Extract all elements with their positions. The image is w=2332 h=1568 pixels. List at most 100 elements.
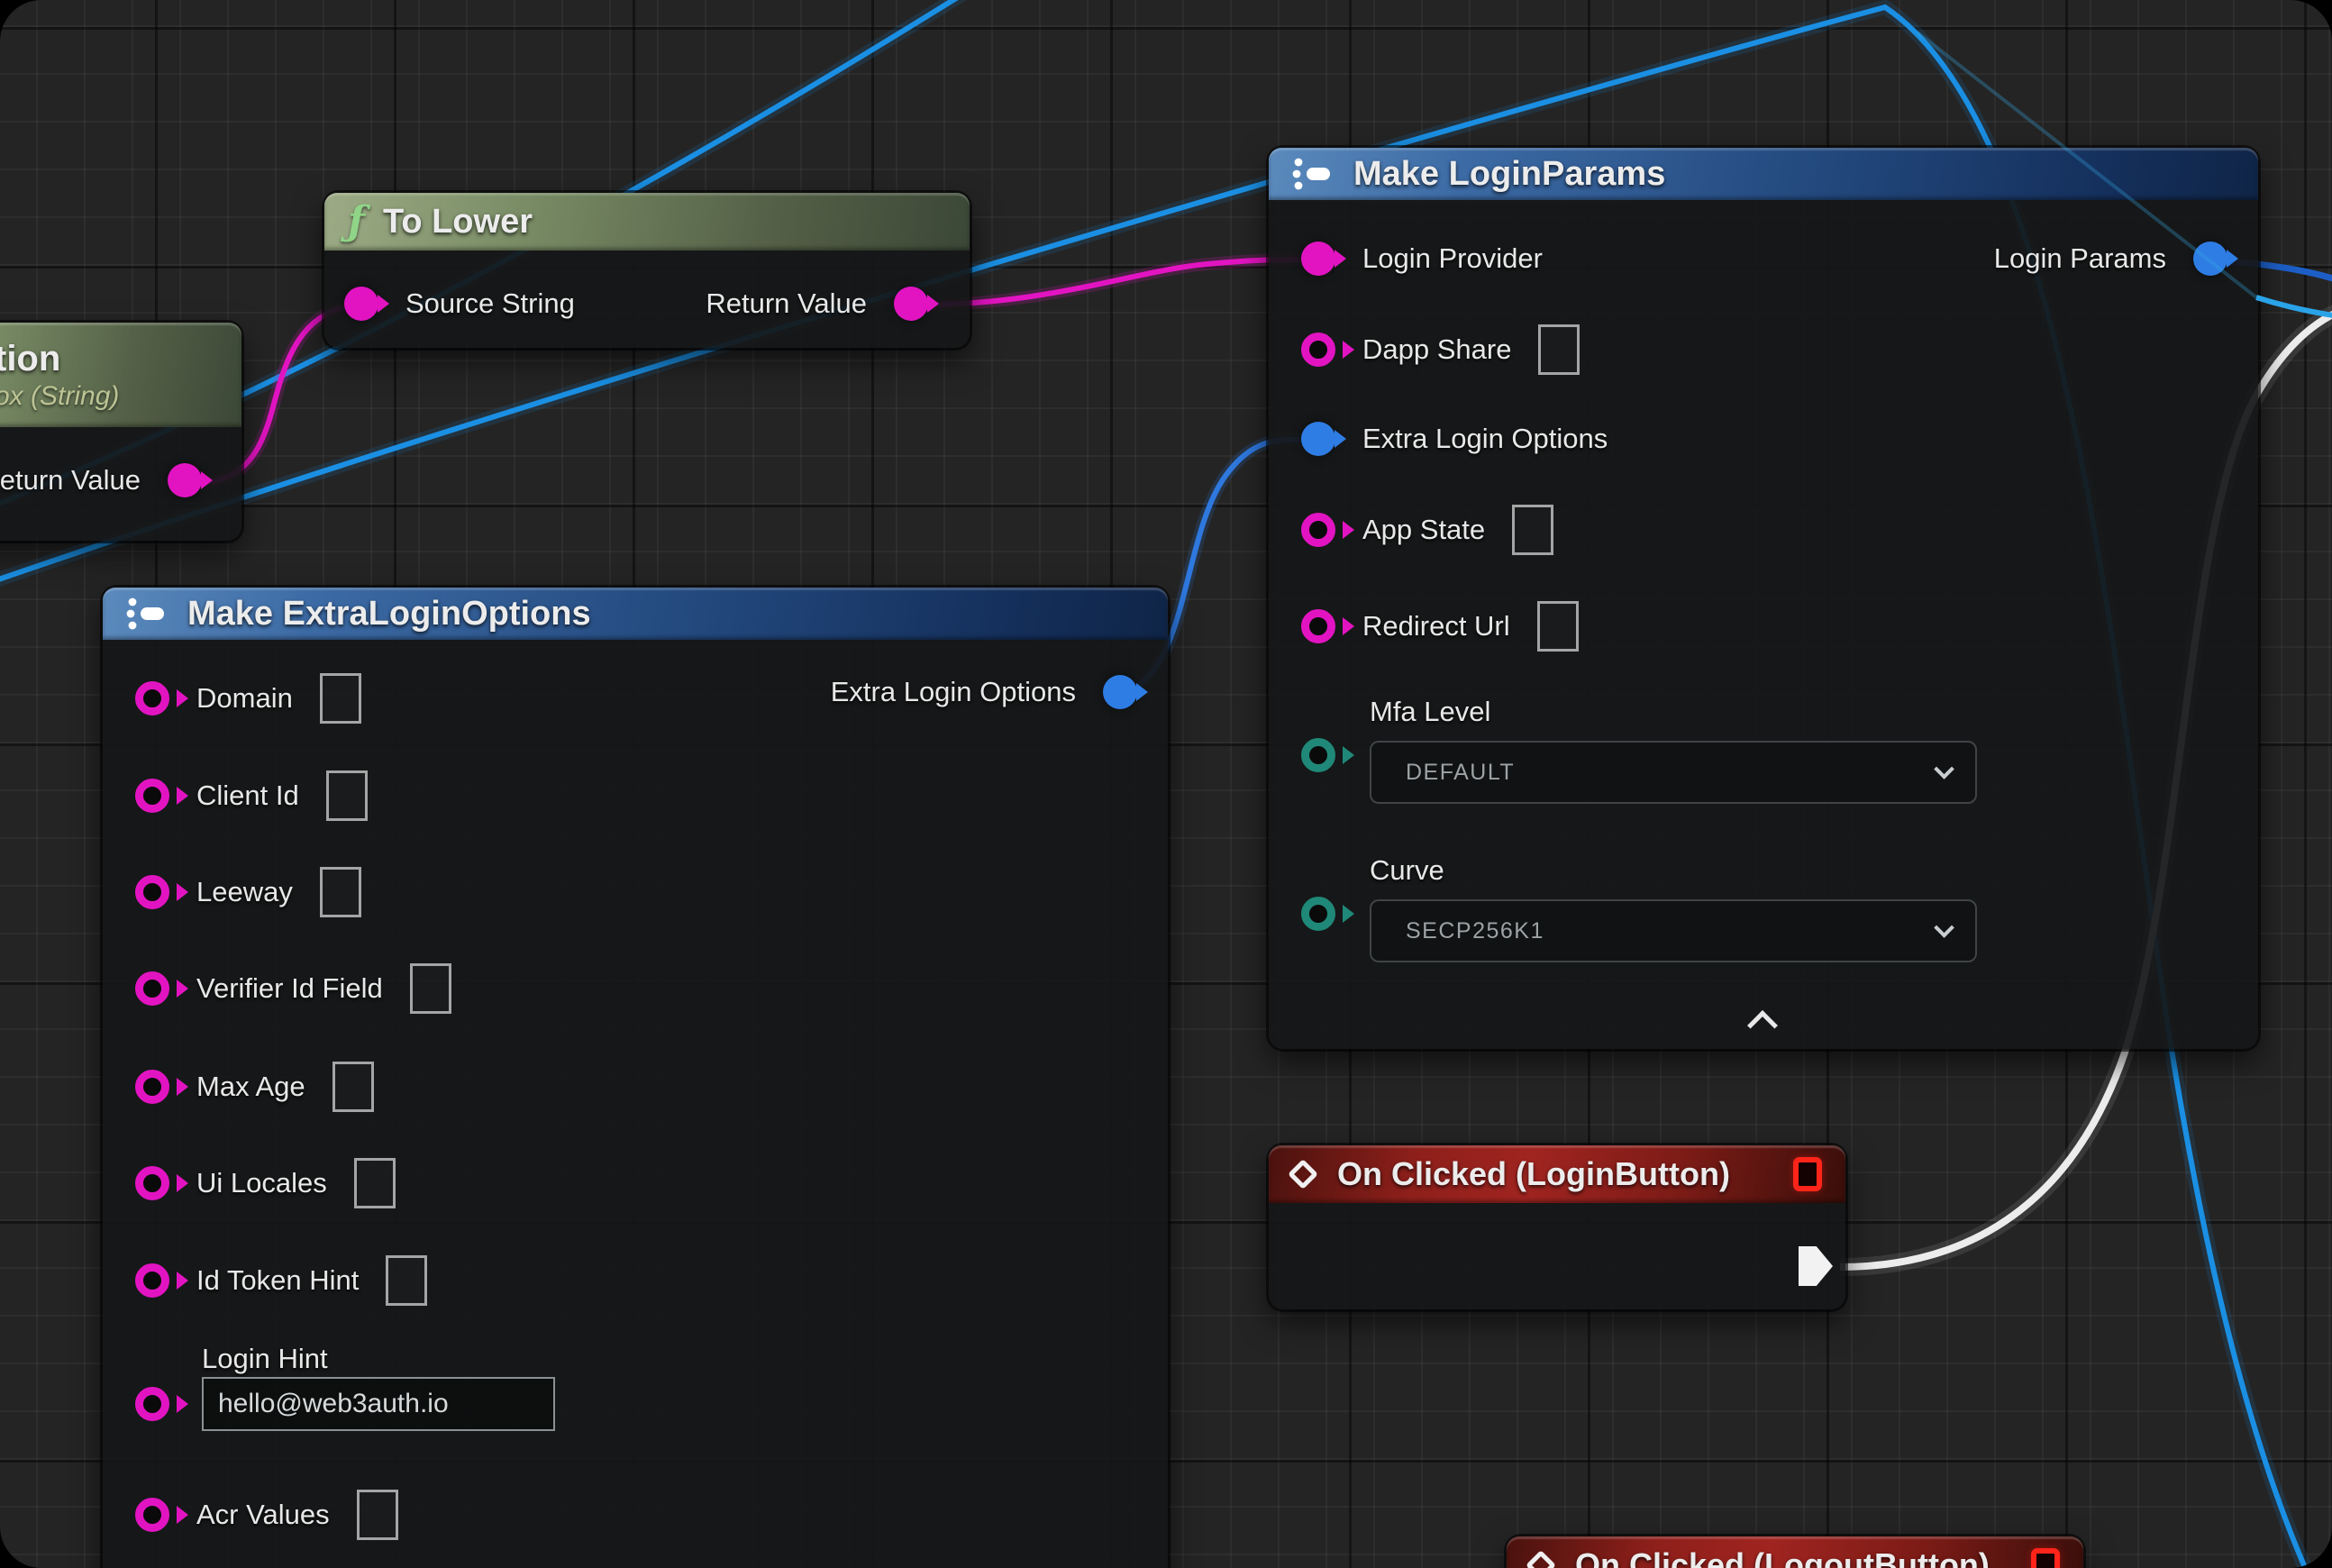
pin-label: Ui Locales — [196, 1167, 327, 1199]
pin-label: Extra Login Options — [1362, 423, 1608, 455]
checkbox-client-id[interactable] — [326, 770, 368, 821]
make-struct-icon — [126, 596, 169, 632]
pin-label: Client Id — [196, 779, 299, 812]
app-state-pin[interactable] — [1301, 513, 1335, 547]
client-id-pin[interactable] — [135, 779, 169, 813]
domain-pin[interactable] — [135, 681, 169, 716]
mfa-level-label: Mfa Level — [1370, 696, 1490, 728]
pin-label: Verifier Id Field — [196, 972, 383, 1005]
wire-string-2-glow — [914, 260, 1308, 305]
pin-label: Leeway — [196, 876, 293, 908]
curve-value: SECP256K1 — [1406, 918, 1544, 944]
checkbox-app-state[interactable] — [1512, 505, 1553, 555]
extra-login-options-in-pin[interactable] — [1301, 422, 1335, 456]
checkbox-redirect-url[interactable] — [1537, 601, 1579, 652]
pin-row-app-state: App State — [1301, 505, 1553, 555]
node-title: To Lower — [383, 203, 533, 242]
login-params-out-row: Login Params — [1994, 233, 2227, 284]
login-hint-pin[interactable] — [135, 1387, 169, 1421]
exec-out-pin[interactable] — [1799, 1246, 1833, 1286]
return-value-pin[interactable] — [894, 287, 928, 321]
mfa-level-value: DEFAULT — [1406, 760, 1515, 786]
id-token-hint-pin[interactable] — [135, 1263, 169, 1298]
source-string-row: Source String — [344, 278, 575, 329]
source-string-pin[interactable] — [344, 287, 378, 321]
mfa-level-dropdown[interactable]: DEFAULT — [1370, 741, 1977, 804]
pin-row-leeway: Leeway — [135, 867, 361, 917]
node-header[interactable]: Make ExtraLoginOptions — [103, 588, 1168, 640]
checkbox-id-token-hint[interactable] — [386, 1255, 427, 1306]
pin-label: Return Value — [706, 287, 867, 320]
node-subtitle-fragment: ox (String) — [0, 381, 119, 412]
node-header[interactable]: Make LoginParams — [1269, 148, 2258, 200]
pin-label: Max Age — [196, 1071, 305, 1103]
ui-locales-pin[interactable] — [135, 1166, 169, 1200]
checkbox-acr-values[interactable] — [357, 1490, 398, 1540]
function-icon: ƒ — [348, 202, 365, 242]
acr-values-pin[interactable] — [135, 1498, 169, 1532]
wire-string-2 — [914, 260, 1308, 305]
pin-label: Extra Login Options — [831, 676, 1076, 708]
collapse-chevron-icon[interactable] — [1747, 1010, 1778, 1041]
login-params-out-pin[interactable] — [2193, 242, 2227, 276]
verifier-id-field-pin[interactable] — [135, 971, 169, 1006]
curve-pin[interactable] — [1301, 897, 1335, 931]
pin-label: App State — [1362, 514, 1485, 546]
node-header[interactable]: tion ox (String) — [0, 323, 241, 427]
leeway-pin[interactable] — [135, 875, 169, 909]
wire-blue-right-edge — [2256, 297, 2332, 319]
make-struct-icon — [1292, 156, 1335, 192]
return-value-row: Return Value — [706, 278, 928, 329]
node-on-clicked-login-button[interactable]: On Clicked (LoginButton) — [1269, 1145, 1845, 1309]
pin-label: Login Provider — [1362, 242, 1543, 275]
pin-row-client-id: Client Id — [135, 770, 368, 821]
extra-login-options-out-row: Extra Login Options — [831, 667, 1137, 717]
event-diamond-icon — [1288, 1159, 1318, 1190]
pin-row-login-provider: Login Provider — [1301, 233, 1543, 284]
pin-label: eturn Value — [0, 464, 141, 497]
login-hint-input[interactable] — [202, 1377, 555, 1431]
checkbox-ui-locales[interactable] — [354, 1158, 396, 1208]
login-provider-pin[interactable] — [1301, 242, 1335, 276]
extra-login-options-out-pin[interactable] — [1103, 675, 1137, 709]
pin-row-verifier-id-field: Verifier Id Field — [135, 963, 451, 1014]
max-age-pin[interactable] — [135, 1070, 169, 1104]
pin-label: Domain — [196, 682, 293, 715]
node-header[interactable]: On Clicked (LogoutButton) — [1507, 1536, 2083, 1568]
blueprint-graph-canvas[interactable]: tion ox (String) eturn Value ƒ To Lower … — [0, 0, 2332, 1568]
dapp-share-pin[interactable] — [1301, 333, 1335, 367]
pin-row-ui-locales: Ui Locales — [135, 1158, 396, 1208]
pin-row-dapp-share: Dapp Share — [1301, 324, 1580, 375]
pin-label: Source String — [405, 287, 575, 320]
node-on-clicked-logout-button[interactable]: On Clicked (LogoutButton) — [1507, 1536, 2083, 1568]
node-to-lower[interactable]: ƒ To Lower Source String Return Value — [324, 193, 970, 348]
chevron-down-icon — [1934, 917, 1954, 938]
pin-row-id-token-hint: Id Token Hint — [135, 1255, 427, 1306]
node-title: On Clicked (LogoutButton) — [1575, 1546, 1990, 1568]
bind-square-icon[interactable] — [2031, 1548, 2060, 1568]
node-header[interactable]: On Clicked (LoginButton) — [1269, 1145, 1845, 1203]
node-title-fragment: tion — [0, 339, 60, 379]
node-header[interactable]: ƒ To Lower — [324, 193, 970, 251]
curve-dropdown[interactable]: SECP256K1 — [1370, 899, 1977, 962]
node-title: Make ExtraLoginOptions — [187, 595, 591, 634]
pin-label: Dapp Share — [1362, 333, 1511, 366]
redirect-url-pin[interactable] — [1301, 609, 1335, 643]
pin-label: Acr Values — [196, 1499, 330, 1531]
node-make-login-params[interactable]: Make LoginParams Login Provider Login Pa… — [1269, 148, 2258, 1049]
return-value-pin[interactable] — [168, 463, 202, 497]
bind-square-icon[interactable] — [1793, 1157, 1822, 1191]
checkbox-domain[interactable] — [320, 673, 361, 724]
mfa-level-pin[interactable] — [1301, 738, 1335, 772]
pin-row-max-age: Max Age — [135, 1062, 374, 1112]
checkbox-verifier-id-field[interactable] — [410, 963, 451, 1014]
checkbox-dapp-share[interactable] — [1538, 324, 1580, 375]
pin-label: Id Token Hint — [196, 1264, 359, 1297]
node-make-extra-login-options[interactable]: Make ExtraLoginOptions Extra Login Optio… — [103, 588, 1168, 1568]
return-value-row: eturn Value — [0, 455, 202, 506]
checkbox-max-age[interactable] — [332, 1062, 374, 1112]
pin-label: Login Params — [1994, 242, 2166, 275]
chevron-down-icon — [1934, 759, 1954, 779]
node-text-getter-partial[interactable]: tion ox (String) eturn Value — [0, 323, 241, 541]
checkbox-leeway[interactable] — [320, 867, 361, 917]
